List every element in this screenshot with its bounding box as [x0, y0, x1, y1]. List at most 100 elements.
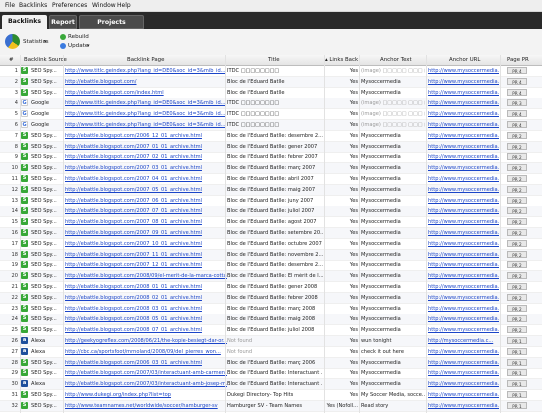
table-row[interactable]: 10 S SEO Spy... http://ebattle.blogspot.com… — [0, 163, 542, 175]
anchor-url-link[interactable]: http://www.mysoccermedia... — [428, 316, 499, 322]
rebuild-icon[interactable] — [60, 34, 66, 40]
tab-projects-comparison[interactable]: Projects Comparison — [79, 15, 144, 40]
backlink-page-link[interactable]: http://cbc.ca/sportsfoot/mrnoland/2008/0… — [65, 349, 227, 355]
col-title[interactable]: Title — [268, 57, 280, 63]
menu-window[interactable]: Window — [92, 2, 116, 9]
table-row[interactable]: 26 a Alexa http://geekyogreflex.com/2008/06… — [0, 336, 542, 347]
table-row[interactable]: 11 S SEO Spy... http://ebattle.blogspot.com… — [0, 174, 542, 185]
chevron-down-icon[interactable]: ▾ — [44, 39, 47, 45]
table-row[interactable]: 4 G Google http://www.titlc.geindex.php?lan… — [0, 98, 542, 110]
backlink-page-link[interactable]: http://ebattle.blogspot.com/2007_11_01_a… — [65, 252, 227, 258]
backlink-page-link[interactable]: http://ebattle.blogspot.com/2007_03_01_a… — [65, 165, 227, 171]
col-num[interactable]: # — [9, 57, 14, 63]
menu-help[interactable]: Help — [117, 2, 131, 9]
backlink-page-link[interactable]: http://www.titlc.geindex.php?lang_id=DE0… — [65, 100, 227, 106]
table-row[interactable]: 29 S SEO Spy... http://ebattle.blogspot.com… — [0, 368, 542, 380]
backlink-page-link[interactable]: http://ebattle.blogspot.com/2007_07_01_a… — [65, 208, 227, 214]
backlink-page-link[interactable]: http://ebattle.blogspot.com/2008/09/el-m… — [65, 273, 227, 279]
table-row[interactable]: 15 S SEO Spy... http://ebattle.blogspot.com… — [0, 217, 542, 229]
backlink-page-link[interactable]: http://ebattle.blogspot.com/2007_04_01_a… — [65, 176, 227, 182]
anchor-url-link[interactable]: http://www.mysoccermedia... — [428, 252, 499, 258]
table-row[interactable]: 17 S SEO Spy... http://ebattle.blogspot.com… — [0, 239, 542, 250]
table-row[interactable]: 7 S SEO Spy... http://ebattle.blogspot.com/… — [0, 131, 542, 142]
rebuild-button[interactable]: Rebuild — [68, 34, 89, 40]
table-row[interactable]: 13 S SEO Spy... http://ebattle.blogspot.com… — [0, 196, 542, 207]
backlink-page-link[interactable]: http://ebattle.blogspot.com/2006_03_01_a… — [65, 360, 227, 366]
backlink-page-link[interactable]: http://ebattle.blogspot.com/2008_01_01_a… — [65, 284, 227, 290]
menu-backlinks[interactable]: Backlinks — [19, 2, 47, 9]
backlink-page-link[interactable]: http://ebattle.blogspot.com/2007_01_01_a… — [65, 144, 227, 150]
backlink-page-link[interactable]: http://ebattle.blogspot.com/2008_03_01_a… — [65, 306, 227, 312]
backlink-page-link[interactable]: http://ebattle.blogspot.com/2008_05_01_a… — [65, 316, 227, 322]
update-icon[interactable] — [60, 43, 66, 49]
anchor-url-link[interactable]: http://www.mysoccermedia... — [428, 187, 499, 193]
table-row[interactable]: 27 a Alexa http://cbc.ca/sportsfoot/mrnolan… — [0, 347, 542, 358]
anchor-url-link[interactable]: http://www.mysoccermedia... — [428, 208, 499, 214]
table-row[interactable]: 6 G Google http://www.titlc.geindex.php?lan… — [0, 120, 542, 131]
table-row[interactable]: 5 G Google http://www.titlc.geindex.php?lan… — [0, 109, 542, 121]
tab-report[interactable]: Report — [49, 15, 77, 29]
col-page-pr[interactable]: Page PR — [507, 57, 529, 63]
table-row[interactable]: 20 S SEO Spy... http://ebattle.blogspot.com… — [0, 271, 542, 283]
table-row[interactable]: 28 S SEO Spy... http://ebattle.blogspot.com… — [0, 357, 542, 369]
anchor-url-link[interactable]: http://www.mysoccermedia... — [428, 273, 499, 279]
backlink-page-link[interactable]: http://www.dukegi.org/index.php?list=top — [65, 392, 227, 398]
backlink-page-link[interactable]: http://ebattle.blogspot.com/2006_12_01_a… — [65, 133, 227, 139]
menu-preferences[interactable]: Preferences — [52, 2, 87, 9]
backlink-page-link[interactable]: http://ebattle.blogspot.com/2007/03/inte… — [65, 381, 227, 387]
col-links-back[interactable]: ▴ Links Back — [325, 57, 358, 63]
backlink-page-link[interactable]: http://ebattle.blogspot.com/2007_09_01_a… — [65, 230, 227, 236]
anchor-url-link[interactable]: http://www.mysoccermedia... — [428, 262, 499, 268]
backlink-page-link[interactable]: http://ebattle.blogspot.com/2007_02_01_a… — [65, 154, 227, 160]
backlink-page-link[interactable]: http://ebattle.blogspot.com/ — [65, 79, 227, 85]
backlink-page-link[interactable]: http://ebattle.blogspot.com/2007_08_01_a… — [65, 219, 227, 225]
update-chevron-down-icon[interactable]: ▾ — [87, 43, 90, 49]
table-row[interactable]: 19 S SEO Spy... http://ebattle.blogspot.com… — [0, 260, 542, 272]
table-row[interactable]: 2 S SEO Spy... http://ebattle.blogspot.com/… — [0, 76, 542, 88]
pie-chart-icon[interactable] — [5, 34, 20, 49]
anchor-url-link[interactable]: http://mysoccermedia.c... — [428, 338, 499, 344]
anchor-url-link[interactable]: http://www.mysoccermedia... — [428, 284, 499, 290]
backlink-page-link[interactable]: http://www.titlc.geindex.php?lang_id=DE0… — [65, 111, 227, 117]
backlink-page-link[interactable]: http://ebattle.blogspot.com/index.html — [65, 90, 227, 96]
backlink-page-link[interactable]: http://ebattle.blogspot.com/2008_02_01_a… — [65, 295, 227, 301]
anchor-url-link[interactable]: http://www.mysoccermedia... — [428, 176, 499, 182]
anchor-url-link[interactable]: http://www.mysoccermedia... — [428, 68, 499, 74]
table-row[interactable]: 14 S SEO Spy... http://ebattle.blogspot.com… — [0, 206, 542, 218]
table-row[interactable]: 1 S SEO Spy... http://www.titlc.geindex.php… — [0, 66, 542, 77]
backlink-page-link[interactable]: http://www.titlc.geindex.php?lang_id=DE0… — [65, 68, 227, 74]
table-row[interactable]: 22 S SEO Spy... http://ebattle.blogspot.com… — [0, 292, 542, 304]
anchor-url-link[interactable]: http://www.mysoccermedia... — [428, 90, 499, 96]
anchor-url-link[interactable]: http://www.mysoccermedia... — [428, 198, 499, 204]
backlink-page-link[interactable]: http://www.teamnames.net/worldwide/socce… — [65, 403, 227, 409]
backlink-page-link[interactable]: http://ebattle.blogspot.com/2007_10_01_a… — [65, 241, 227, 247]
table-row[interactable]: 3 S SEO Spy... http://ebattle.blogspot.com/… — [0, 88, 542, 99]
table-row[interactable]: 18 S SEO Spy... http://ebattle.blogspot.com… — [0, 249, 542, 261]
col-backlink-source[interactable]: Backlink Source — [24, 57, 67, 63]
anchor-url-link[interactable]: http://www.mysoccermedia... — [428, 111, 499, 117]
table-row[interactable]: 24 S SEO Spy... http://ebattle.blogspot.com… — [0, 314, 542, 326]
tab-backlinks-data[interactable]: Backlinks Data — [2, 15, 47, 39]
anchor-url-link[interactable]: http://www.mysoccermedia... — [428, 122, 499, 128]
table-row[interactable]: 8 S SEO Spy... http://ebattle.blogspot.com/… — [0, 141, 542, 153]
table-row[interactable]: 9 S SEO Spy... http://ebattle.blogspot.com/… — [0, 152, 542, 164]
anchor-url-link[interactable]: http://www.mysoccermedia... — [428, 133, 499, 139]
anchor-url-link[interactable]: http://www.mysoccermedia... — [428, 403, 499, 409]
backlink-page-link[interactable]: http://ebattle.blogspot.com/2007_05_01_a… — [65, 187, 227, 193]
anchor-url-link[interactable]: http://www.mysoccermedia... — [428, 360, 499, 366]
table-row[interactable]: 12 S SEO Spy... http://ebattle.blogspot.com… — [0, 184, 542, 196]
table-row[interactable]: 31 S SEO Spy... http://www.dukegi.org/index… — [0, 390, 542, 401]
anchor-url-link[interactable]: http://www.mysoccermedia... — [428, 306, 499, 312]
anchor-url-link[interactable]: http://www.mysoccermedia... — [428, 219, 499, 225]
table-row[interactable]: 25 S SEO Spy... http://ebattle.blogspot.com… — [0, 325, 542, 337]
anchor-url-link[interactable]: http://www.mysoccermedia... — [428, 230, 499, 236]
table-row[interactable]: 23 S SEO Spy... http://ebattle.blogspot.com… — [0, 304, 542, 315]
backlink-page-link[interactable]: http://geekyogreflex.com/2008/06/21/the-… — [65, 338, 227, 344]
anchor-url-link[interactable]: http://www.mysoccermedia... — [428, 327, 499, 333]
backlink-page-link[interactable]: http://ebattle.blogspot.com/2007_06_01_a… — [65, 198, 227, 204]
anchor-url-link[interactable]: http://www.mysoccermedia... — [428, 392, 499, 398]
anchor-url-link[interactable]: http://www.mysoccermedia... — [428, 165, 499, 171]
table-row[interactable]: 32 S SEO Spy... http://www.teamnames.net/wo… — [0, 400, 542, 412]
anchor-url-link[interactable]: http://www.mysoccermedia... — [428, 381, 499, 387]
anchor-url-link[interactable]: http://www.mysoccermedia... — [428, 144, 499, 150]
